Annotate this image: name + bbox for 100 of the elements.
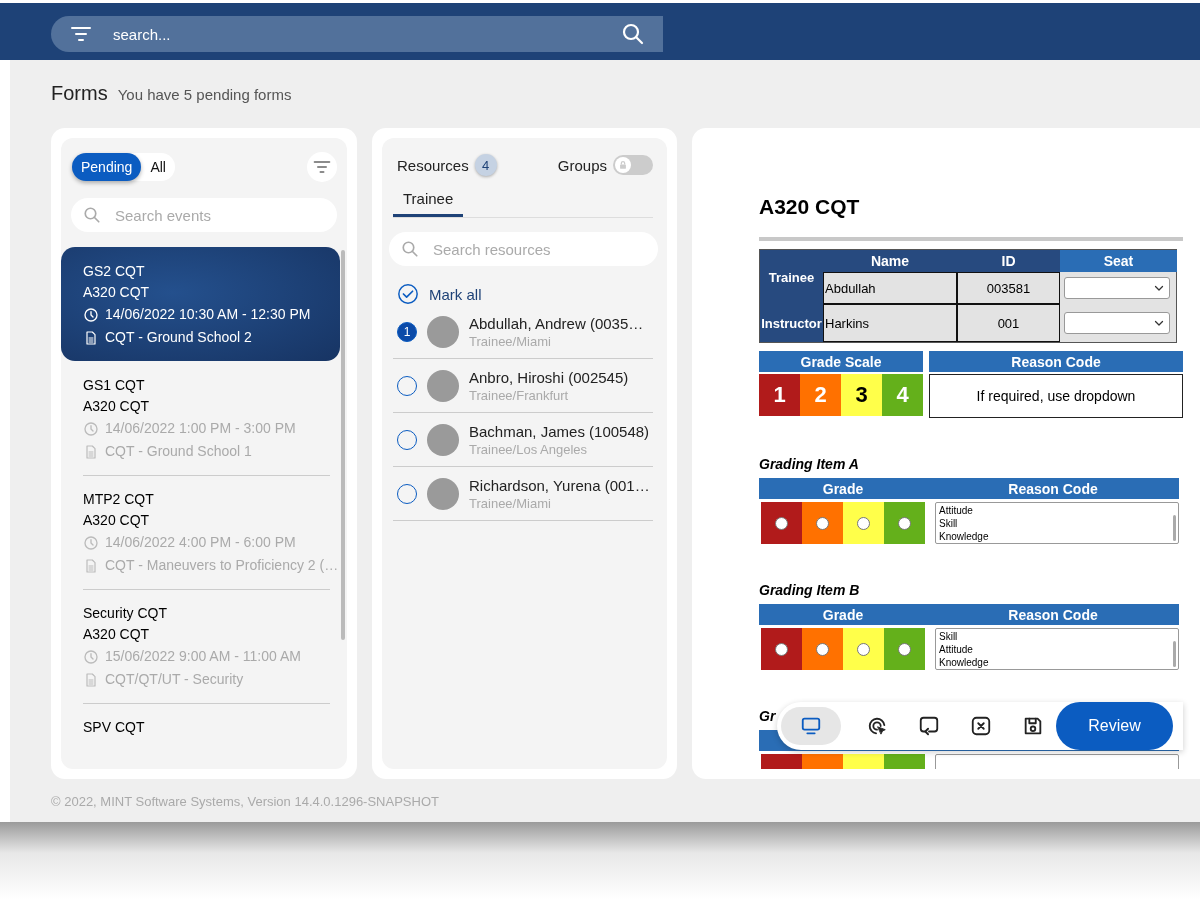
seat-dropdown[interactable] [1064,312,1170,334]
event-item[interactable]: Security CQT A320 CQT 15/06/2022 9:00 AM - 11:00 AM CQT/QT/UT - Security [61,589,340,703]
grade-radio[interactable] [775,642,788,656]
event-form: CQT - Ground School 1 [105,442,252,461]
column-header: ID [957,250,1060,272]
mark-all-button[interactable]: Mark all [397,283,482,305]
resource-role: Trainee/Miami [469,334,552,349]
resource-item[interactable]: Anbro, Hiroshi (002545) Trainee/Frankfurt [393,359,653,413]
section-header: Reason Code [927,604,1179,625]
row-header: Trainee [760,250,823,304]
cursor-icon [866,715,888,737]
reason-listbox[interactable]: Skill Attitude Knowledge [935,628,1179,670]
document-icon [83,671,99,688]
avatar [427,370,459,402]
select-radio[interactable]: 1 [397,322,417,342]
grade-radio[interactable] [898,642,911,656]
review-button[interactable]: Review [1056,702,1173,750]
table-cell: Harkins [823,304,957,342]
close-icon [970,715,992,737]
grading-item-title: Grading Item B [759,582,861,598]
event-time: 15/06/2022 9:00 AM - 11:00 AM [105,647,301,666]
event-title: MTP2 CQT [83,490,155,509]
grading-item-title: Grading Item A [759,456,860,472]
search-field[interactable]: search... [51,16,663,52]
section-header: Reason Code [927,478,1179,499]
resource-role: Trainee/Miami [469,496,552,511]
groups-toggle[interactable] [613,155,653,175]
document-icon [83,443,99,460]
toolbar-button[interactable] [781,707,841,745]
search-icon [621,22,645,46]
resource-role: Trainee/Frankfurt [469,388,570,403]
filter-tab[interactable]: All [141,153,175,181]
event-time: 14/06/2022 1:00 PM - 3:00 PM [105,419,296,438]
document-icon [83,329,99,346]
event-form: CQT - Maneuvers to Proficiency 2 (… [105,556,339,575]
event-item[interactable]: GS1 CQT A320 CQT 14/06/2022 1:00 PM - 3:00 PM CQT - Ground School 1 [61,361,340,475]
list-option[interactable]: Knowledge [939,656,1175,669]
list-option[interactable]: Skill [939,517,1175,530]
count-badge: 4 [474,154,497,176]
page-title: Forms [51,82,108,105]
event-time: 14/06/2022 10:30 AM - 12:30 PM [105,305,311,324]
resource-name: Bachman, James (100548) [469,423,650,440]
groups-label: Groups [557,156,607,174]
seat-dropdown[interactable] [1064,277,1170,299]
table-cell: 003581 [957,272,1060,304]
event-form: CQT - Ground School 2 [105,328,252,347]
column-header: Name [823,250,957,272]
list-option[interactable]: Knowledge [939,530,1175,543]
grade-radio[interactable] [898,516,911,530]
avatar [427,478,459,510]
table-cell: Abdullah [823,272,957,304]
resource-name: Anbro, Hiroshi (002545) [469,369,629,386]
resource-item[interactable]: 1 Abdullah, Andrew (0035… Trainee/Miami [393,305,653,359]
clock-icon [83,534,99,551]
section-header: Grade Scale [759,351,923,372]
lock-icon [615,157,631,173]
scrollbar[interactable] [341,250,345,640]
grade-radio[interactable] [816,516,829,530]
clock-icon [83,420,99,437]
resource-role: Trainee/Los Angeles [469,442,589,457]
grade-swatch: 2 [800,374,841,416]
grade-radio[interactable] [857,516,870,530]
grade-radio[interactable] [816,642,829,656]
avatar [427,424,459,456]
table-cell: 001 [957,304,1060,342]
reason-listbox[interactable]: Attitude Skill Knowledge [935,502,1179,544]
filter-button[interactable] [307,152,337,182]
event-item[interactable]: GS2 CQT A320 CQT 14/06/2022 10:30 AM - 12:30 PM CQT - Ground School 2 [61,247,340,361]
grade-swatch: 3 [841,374,882,416]
filter-tab[interactable]: Pending [72,153,142,181]
check-circle-icon [397,283,419,305]
pending-count-text: You have 5 pending forms [117,86,292,103]
clock-icon [83,306,99,323]
column-header: Seat [1060,250,1177,272]
resource-name: Abdullah, Andrew (0035… [469,315,644,332]
event-item[interactable]: SPV CQT [61,703,340,750]
resource-item[interactable]: Bachman, James (100548) Trainee/Los Angeles [393,413,653,467]
event-title: SPV CQT [83,718,146,737]
reason-hint: If required, use dropdown [929,374,1183,418]
resource-item[interactable]: Richardson, Yurena (001… Trainee/Miami [393,467,653,521]
grade-radio[interactable] [775,516,788,530]
section-header: Grade [759,604,927,625]
grade-swatch: 4 [882,374,923,416]
section-header: Grade [759,478,927,499]
list-option[interactable]: Attitude [939,504,1175,517]
event-form: CQT/QT/UT - Security [105,670,244,689]
grade-radio[interactable] [857,642,870,656]
avatar [427,316,459,348]
return-arrow-icon [918,715,940,737]
resource-tab[interactable]: Trainee [393,186,464,217]
grading-item-title: Gr [759,708,777,724]
event-item[interactable]: MTP2 CQT A320 CQT 14/06/2022 4:00 PM - 6:00 PM CQT - Maneuvers to Proficiency 2 (… [61,475,340,589]
section-header: Reason Code [929,351,1183,372]
clock-icon [83,648,99,665]
event-title: Security CQT [83,604,168,623]
event-aircraft: A320 CQT [83,511,151,530]
list-option[interactable]: Skill [939,630,1175,643]
search-icon [401,240,419,258]
list-option[interactable]: Attitude [939,643,1175,656]
monitor-icon [800,715,822,737]
